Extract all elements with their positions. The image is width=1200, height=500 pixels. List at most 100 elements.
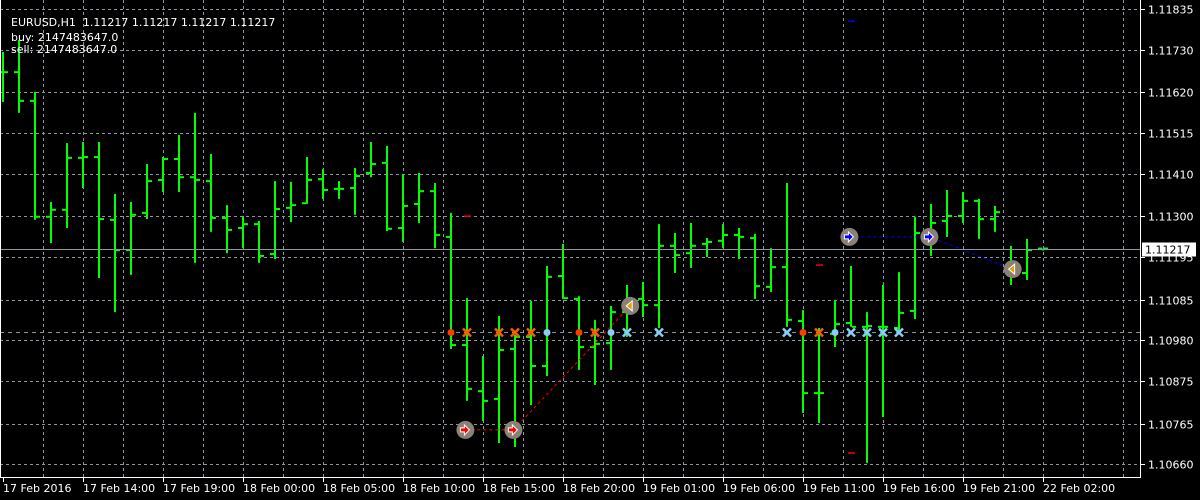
bar-open-tick (878, 325, 882, 328)
ohlc-bar (686, 222, 696, 268)
price-tick-label: 1.10660 (1148, 459, 1194, 472)
bar-open-tick (446, 235, 450, 238)
blue-dot-marker (831, 329, 839, 336)
ohlc-bar (670, 233, 680, 273)
bar-open-tick (798, 320, 802, 323)
ohlc-bar (462, 298, 472, 401)
bar-open-tick (974, 199, 978, 202)
ohlc-bar (30, 91, 40, 220)
bar-close-tick (500, 349, 504, 352)
bar-close-tick (148, 180, 152, 183)
bar-close-tick (948, 214, 952, 217)
bar-range (194, 112, 196, 263)
bar-open-tick (46, 215, 50, 218)
ohlc-bar (302, 157, 312, 205)
ohlc-bar (446, 212, 456, 349)
bar-close-tick (884, 325, 888, 328)
stop-level-dash (816, 264, 823, 266)
bar-range (706, 238, 708, 258)
ohlc-bar (750, 233, 760, 299)
bar-open-tick (414, 202, 418, 205)
bar-range (530, 300, 532, 406)
bar-close-tick (548, 275, 552, 278)
price-tick-label: 1.11410 (1148, 169, 1194, 182)
bar-open-tick (78, 156, 82, 159)
bar-close-tick (436, 233, 440, 236)
bar-range (258, 221, 260, 263)
time-tick-label: 17 Feb 19:00 (163, 482, 235, 495)
bar-close-tick (20, 99, 24, 102)
ohlc-bar (990, 205, 1000, 232)
bar-range (914, 216, 916, 320)
time-tick-label: 19 Feb 16:00 (883, 482, 955, 495)
price-tick-label: 1.11620 (1148, 87, 1194, 100)
bar-open-tick (398, 226, 402, 229)
bar-open-tick (318, 178, 322, 181)
bar-open-tick (750, 237, 754, 240)
bar-open-tick (846, 321, 850, 324)
bar-close-tick (788, 318, 792, 321)
symbol-timeframe: EURUSD,H1 (11, 16, 76, 29)
bar-open-tick (30, 99, 34, 102)
bar-close-tick (580, 345, 584, 348)
bar-close-tick (804, 392, 808, 395)
bar-close-tick (164, 158, 168, 160)
bar-open-tick (158, 178, 162, 181)
bar-open-tick (14, 71, 18, 74)
bar-range (978, 198, 980, 239)
price-chart[interactable]: 1.11835 1.11730 1.11620 1.11515 1.11410 1.113… (0, 0, 1200, 500)
blue-dot-marker (543, 329, 551, 336)
bar-open-tick (110, 218, 114, 221)
bar-close-tick (36, 215, 40, 218)
current-price-label: 1.11217 (1142, 242, 1196, 257)
price-tick-label: 1.11515 (1148, 128, 1194, 141)
bar-close-tick (196, 178, 200, 181)
bar-close-tick (212, 216, 216, 219)
bar-range (818, 327, 820, 423)
bar-range (770, 248, 772, 292)
chart-title: EURUSD,H1 1.11217 1.11217 1.11217 1.1121… (4, 5, 275, 29)
bar-range (658, 224, 660, 328)
bar-range (306, 157, 308, 204)
bar-close-tick (964, 199, 968, 202)
ohlc-bar (430, 183, 440, 249)
ohlc-values: 1.11217 1.11217 1.11217 1.11217 (82, 16, 276, 29)
bar-close-tick (260, 254, 264, 257)
ohlc-bar (318, 169, 328, 199)
bar-range (130, 202, 132, 275)
bar-close-tick (532, 364, 536, 367)
bar-range (50, 202, 52, 244)
bar-range (82, 141, 84, 189)
time-tick-label: 19 Feb 21:00 (963, 482, 1035, 495)
ohlc-bar (350, 167, 360, 215)
time-tick-label: 18 Feb 15:00 (483, 482, 555, 495)
bar-open-tick (942, 220, 946, 223)
bar-open-tick (782, 266, 786, 269)
bar-close-tick (484, 399, 488, 402)
bar-open-tick (286, 206, 290, 209)
bar-close-tick (692, 244, 696, 247)
bar-open-tick (302, 202, 306, 205)
bar-close-tick (308, 178, 312, 181)
ohlc-bar (942, 190, 952, 237)
time-axis[interactable]: 17 Feb 2016 17 Feb 14:00 17 Feb 19:00 18 Fe… (3, 477, 1115, 495)
bar-close-tick (244, 223, 248, 226)
red-dot-marker (447, 329, 455, 336)
time-tick-label: 18 Feb 20:00 (563, 482, 635, 495)
bar-range (98, 141, 100, 278)
bar-open-tick (702, 242, 706, 245)
bar-close-tick (276, 208, 280, 210)
ohlc-bar (702, 238, 712, 258)
ohlc-bar (414, 172, 424, 223)
bar-open-tick (958, 214, 962, 217)
bar-close-tick (708, 240, 712, 243)
blue-dot-marker (607, 329, 615, 336)
bar-range (882, 284, 884, 418)
price-axis[interactable]: 1.11835 1.11730 1.11620 1.11515 1.11410 1.113… (1140, 4, 1194, 472)
bar-range (418, 172, 420, 223)
ohlc-bar (190, 112, 200, 263)
bar-open-tick (670, 244, 674, 247)
bar-range (178, 134, 180, 192)
ohlc-bar (46, 202, 56, 244)
bar-close-tick (420, 190, 424, 193)
